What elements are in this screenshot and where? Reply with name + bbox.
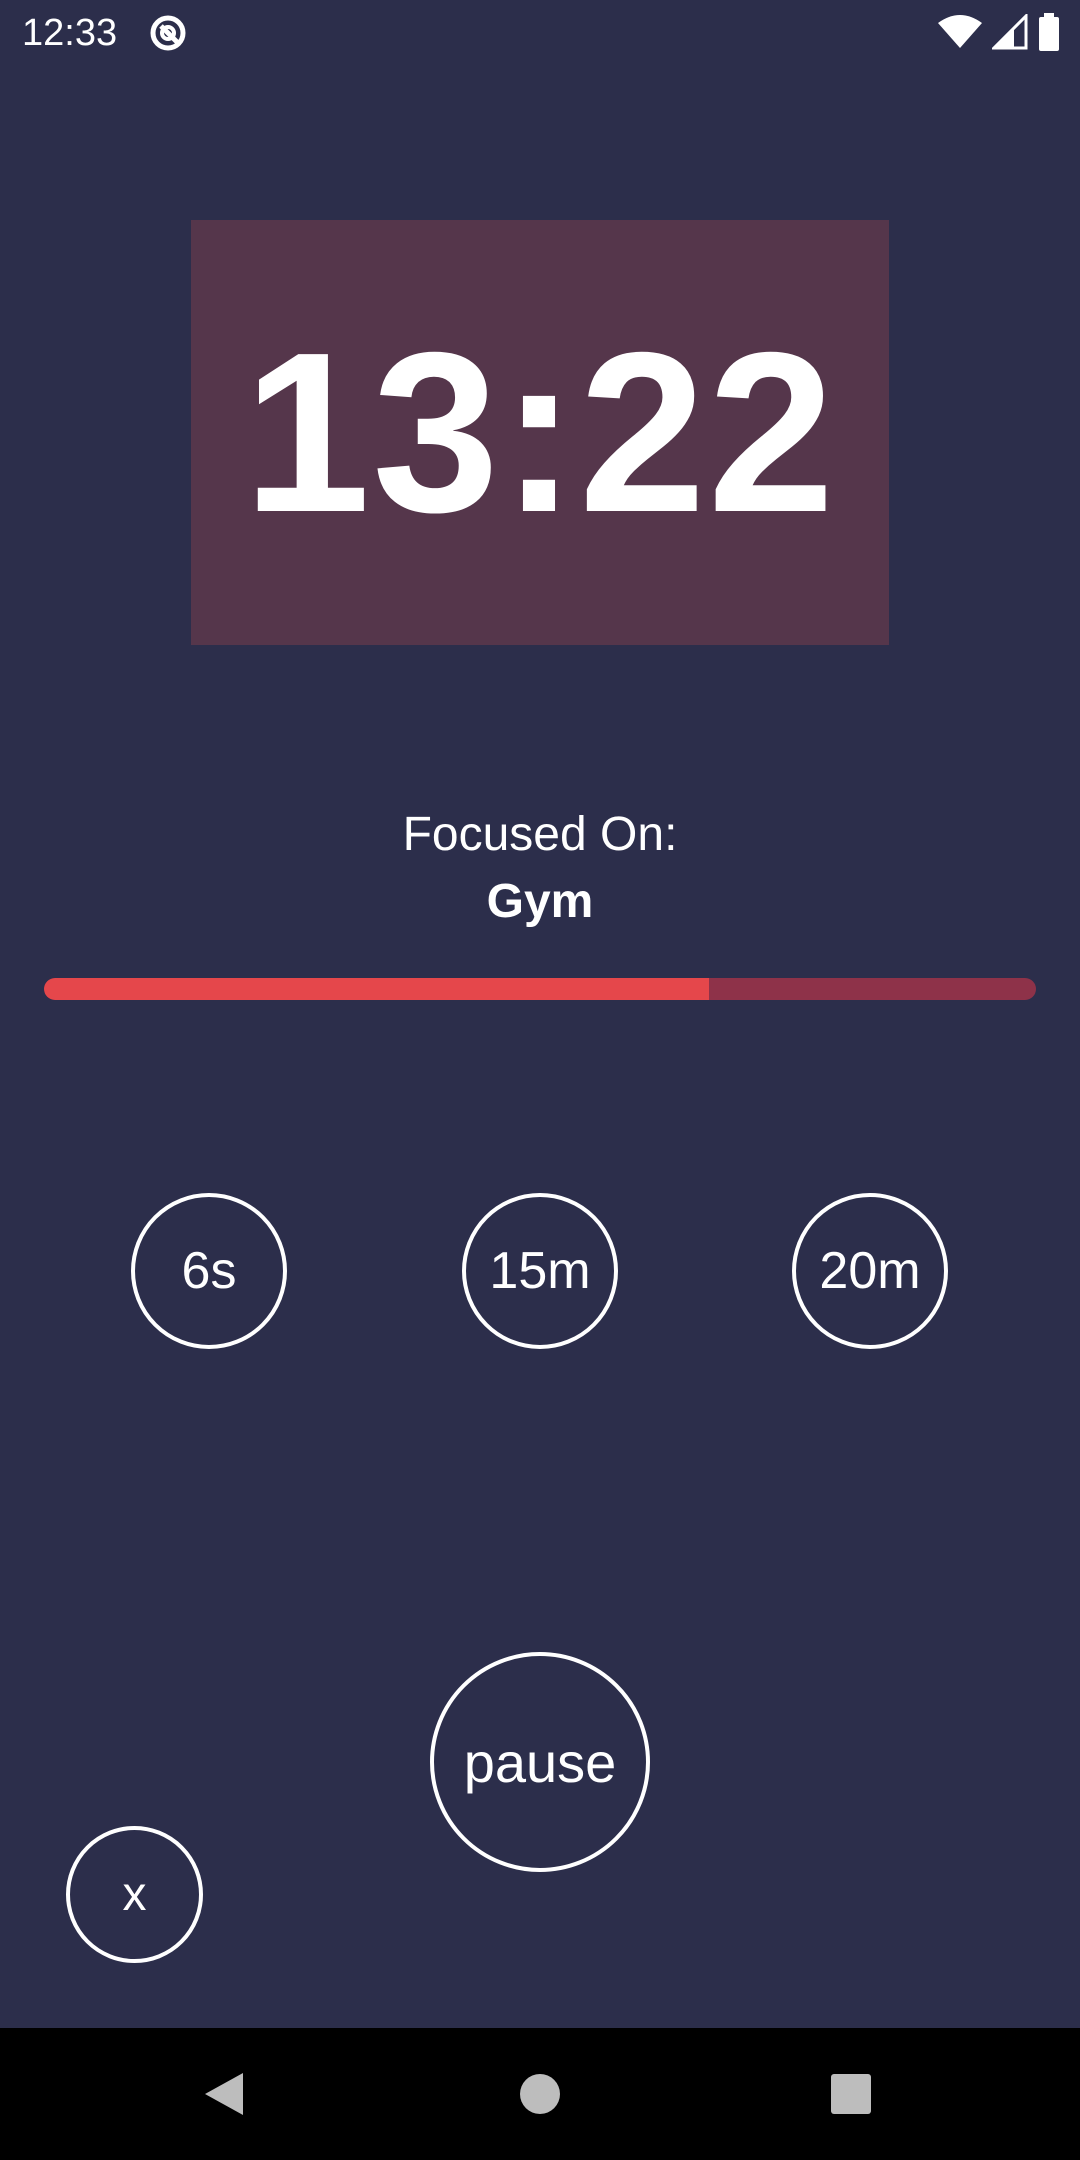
app-notification-icon <box>148 13 188 53</box>
recents-icon[interactable] <box>785 2028 917 2160</box>
cell-signal-icon <box>990 11 1028 55</box>
battery-icon <box>1038 12 1060 56</box>
status-time: 12:33 <box>22 12 118 54</box>
preset-button-15m[interactable]: 15m <box>462 1193 618 1349</box>
preset-button-6s[interactable]: 6s <box>131 1193 287 1349</box>
back-icon[interactable] <box>159 2028 291 2160</box>
navigation-bar <box>0 2028 1080 2160</box>
pause-button[interactable]: pause <box>430 1652 650 1872</box>
close-button[interactable]: x <box>66 1826 203 1963</box>
focus-label: Focused On: <box>402 808 678 861</box>
wifi-icon <box>938 14 982 54</box>
status-bar: 12:33 <box>0 0 1080 66</box>
home-icon[interactable] <box>474 2028 606 2160</box>
preset-button-20m[interactable]: 20m <box>792 1193 948 1349</box>
status-icons <box>938 11 1060 56</box>
focus-subject: Gym <box>486 875 594 928</box>
timer-time: 13:22 <box>243 305 837 560</box>
timer-display: 13:22 <box>191 220 889 645</box>
progress-bar <box>44 978 1036 1000</box>
progress-fill <box>44 978 709 1000</box>
